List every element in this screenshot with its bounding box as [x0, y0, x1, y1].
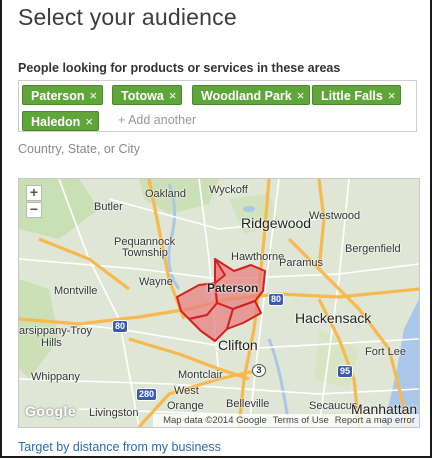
- map-label-west: West: [174, 385, 199, 397]
- page-title: Select your audience: [18, 4, 237, 30]
- tag-label: Totowa: [121, 89, 164, 103]
- map-label-township: Township: [122, 247, 168, 259]
- map-label-westwood: Westwood: [309, 210, 361, 222]
- map-label-paramus: Paramus: [279, 257, 324, 269]
- map-label-hackensack: Hackensack: [295, 310, 372, 326]
- tag-label: Paterson: [31, 89, 85, 103]
- tag-paterson: Paterson ×: [22, 85, 104, 105]
- interstate-95-shield: 95: [337, 365, 354, 378]
- areas-label: People looking for products or services …: [18, 61, 341, 75]
- google-logo: Google: [25, 403, 77, 419]
- map-label-hawthorne: Hawthorne: [231, 251, 285, 263]
- map-data-credit: Map data ©2014 Google: [163, 415, 267, 426]
- remove-tag-icon[interactable]: ×: [297, 88, 305, 103]
- location-tag-input[interactable]: Paterson × Totowa × Woodland Park × Little …: [18, 80, 417, 132]
- map-view[interactable]: + − Oakland Wyckoff Butler Ridgewood Wes…: [18, 178, 420, 428]
- map-label-clifton: Clifton: [218, 337, 258, 353]
- map-label-ridgewood: Ridgewood: [241, 215, 312, 231]
- map-label-belleville: Belleville: [226, 398, 270, 410]
- map-attribution: Map data ©2014 Google Terms of Use Report …: [153, 414, 419, 427]
- target-by-distance-link[interactable]: Target by distance from my business: [18, 440, 221, 454]
- map-label-orange: Orange: [167, 400, 204, 412]
- tag-totowa: Totowa ×: [112, 85, 183, 105]
- tag-little-falls: Little Falls ×: [312, 85, 402, 105]
- interstate-80-shield: 80: [268, 293, 285, 306]
- map-label-oakland: Oakland: [145, 188, 186, 200]
- audience-panel: Select your audience People looking for …: [0, 0, 432, 458]
- remove-tag-icon[interactable]: ×: [169, 88, 177, 103]
- location-hint: Country, State, or City: [18, 142, 141, 156]
- map-label-wyckoff: Wyckoff: [209, 184, 248, 196]
- map-label-bergenfield: Bergenfield: [345, 243, 401, 255]
- interstate-280-shield: 280: [136, 388, 158, 401]
- remove-tag-icon[interactable]: ×: [85, 114, 93, 129]
- interstate-80-shield: 80: [112, 320, 129, 333]
- map-label-whippany: Whippany: [31, 371, 80, 383]
- remove-tag-icon[interactable]: ×: [388, 88, 396, 103]
- tag-label: Haledon: [31, 115, 81, 129]
- map-label-livingston: Livingston: [89, 407, 139, 419]
- terms-of-use-link[interactable]: Terms of Use: [273, 415, 329, 426]
- map-label-fort-lee: Fort Lee: [365, 346, 406, 358]
- map-label-paterson: Paterson: [207, 281, 259, 295]
- map-label-montville: Montville: [54, 285, 98, 297]
- tag-label: Woodland Park: [201, 89, 292, 103]
- tag-haledon: Haledon ×: [22, 111, 99, 131]
- map-label-wayne: Wayne: [139, 276, 173, 288]
- remove-tag-icon[interactable]: ×: [90, 88, 98, 103]
- zoom-in-button[interactable]: +: [26, 185, 42, 201]
- zoom-out-button[interactable]: −: [26, 202, 42, 218]
- add-another-input[interactable]: + Add another: [118, 113, 196, 127]
- report-map-error-link[interactable]: Report a map error: [335, 415, 415, 426]
- map-label-parsippany: arsippany-Troy: [19, 325, 92, 337]
- map-label-butler: Butler: [94, 201, 123, 213]
- tag-label: Little Falls: [321, 89, 383, 103]
- tag-woodland-park: Woodland Park ×: [192, 85, 311, 105]
- route-3-shield: 3: [252, 364, 266, 377]
- map-label-hills: Hills: [41, 337, 62, 349]
- map-label-montclair: Montclair: [178, 369, 223, 381]
